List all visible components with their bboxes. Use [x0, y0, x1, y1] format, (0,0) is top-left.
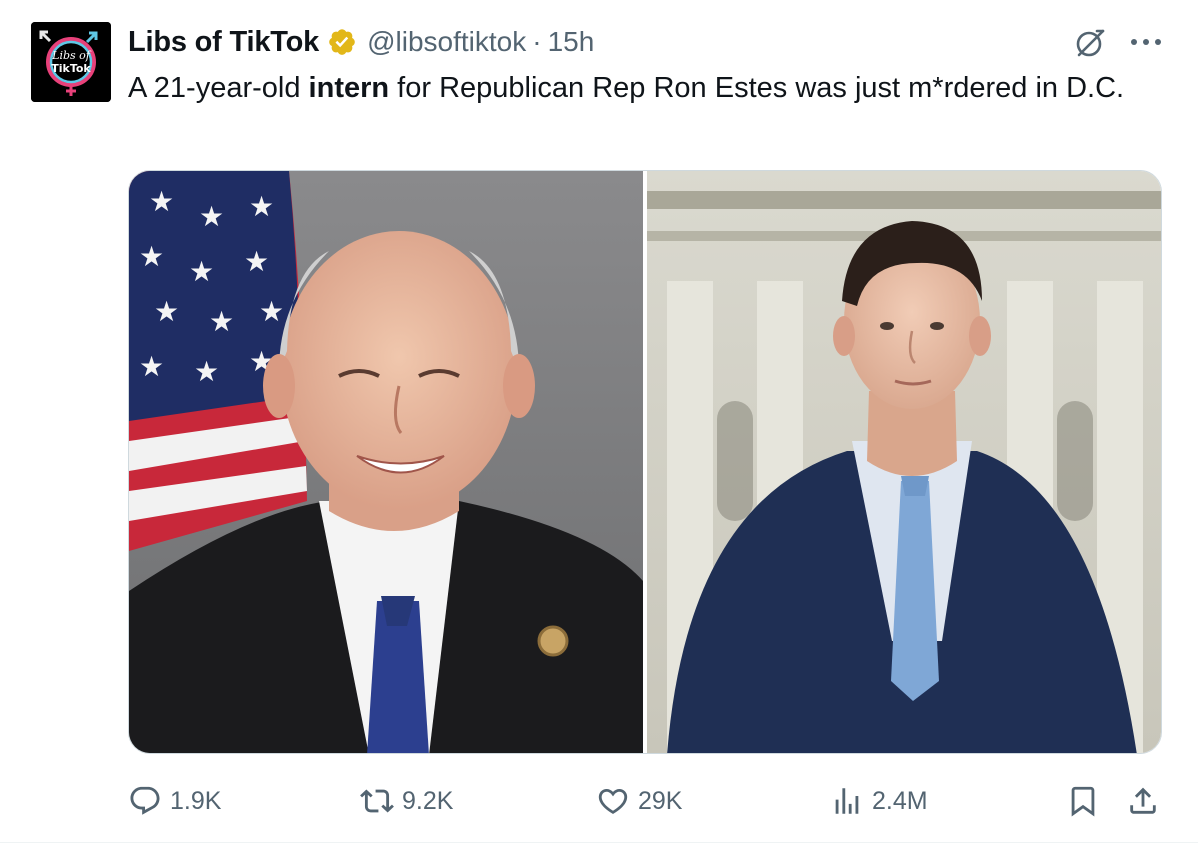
svg-text:★: ★: [244, 246, 269, 277]
tweet-text-end: for Republican Rep Ron Estes was just m*…: [389, 72, 1125, 104]
svg-text:★: ★: [189, 256, 214, 287]
svg-text:★: ★: [259, 296, 284, 327]
tweet-card[interactable]: Libs of TikTok Libs of TikTok @libsoftik…: [0, 0, 1198, 844]
views-button[interactable]: 2.4M: [830, 780, 928, 822]
svg-text:★: ★: [199, 201, 224, 232]
speech-bubble-icon: [130, 786, 160, 815]
like-count: 29K: [638, 786, 683, 815]
repost-count: 9.2K: [402, 786, 454, 815]
svg-text:★: ★: [139, 241, 164, 272]
share-button[interactable]: [1126, 780, 1160, 822]
author-avatar[interactable]: Libs of TikTok: [31, 22, 111, 102]
header-separator: ·: [532, 26, 542, 57]
svg-text:★: ★: [209, 306, 234, 337]
views-count: 2.4M: [872, 786, 928, 815]
share-upload-icon: [1130, 787, 1156, 814]
like-button[interactable]: 29K: [596, 780, 682, 822]
author-display-name[interactable]: Libs of TikTok: [128, 26, 319, 59]
avatar-logo-text-2: TikTok: [51, 62, 91, 75]
bookmark-button[interactable]: [1066, 780, 1100, 822]
tweet-action-bar: 1.9K 9.2K 29K 2.4M: [128, 780, 1168, 822]
svg-text:★: ★: [249, 191, 274, 222]
author-handle[interactable]: @libsoftiktok: [367, 26, 526, 58]
avatar-logo-text-1: Libs of: [51, 49, 92, 62]
svg-text:★: ★: [149, 186, 174, 217]
tweet-timestamp[interactable]: 15h: [548, 26, 595, 58]
bookmark-icon: [1071, 786, 1095, 817]
tweet-text-start: A 21-year-old: [128, 72, 309, 104]
media-photo-left[interactable]: ★ ★ ★ ★ ★ ★ ★ ★ ★ ★ ★ ★: [129, 171, 643, 753]
heart-icon: [598, 788, 628, 814]
reply-count: 1.9K: [170, 786, 222, 815]
media-photo-right[interactable]: [647, 171, 1161, 753]
verified-badge-icon[interactable]: [327, 27, 357, 57]
reply-button[interactable]: 1.9K: [128, 780, 221, 822]
tweet-media[interactable]: ★ ★ ★ ★ ★ ★ ★ ★ ★ ★ ★ ★: [128, 170, 1162, 754]
repost-button[interactable]: 9.2K: [360, 780, 453, 822]
tweet-header: Libs of TikTok @libsoftiktok · 15h: [128, 22, 594, 62]
grok-slash-circle-icon[interactable]: [1073, 26, 1107, 60]
svg-text:★: ★: [194, 356, 219, 387]
tweet-text: A 21-year-old intern for Republican Rep …: [128, 68, 1148, 108]
svg-text:★: ★: [139, 351, 164, 382]
repost-arrows-icon: [360, 789, 394, 813]
bar-chart-icon: [835, 788, 859, 814]
svg-text:★: ★: [154, 296, 179, 327]
tweet-text-bold: intern: [308, 72, 390, 104]
more-dots-icon[interactable]: [1128, 24, 1164, 60]
tweet-divider: [0, 842, 1198, 843]
